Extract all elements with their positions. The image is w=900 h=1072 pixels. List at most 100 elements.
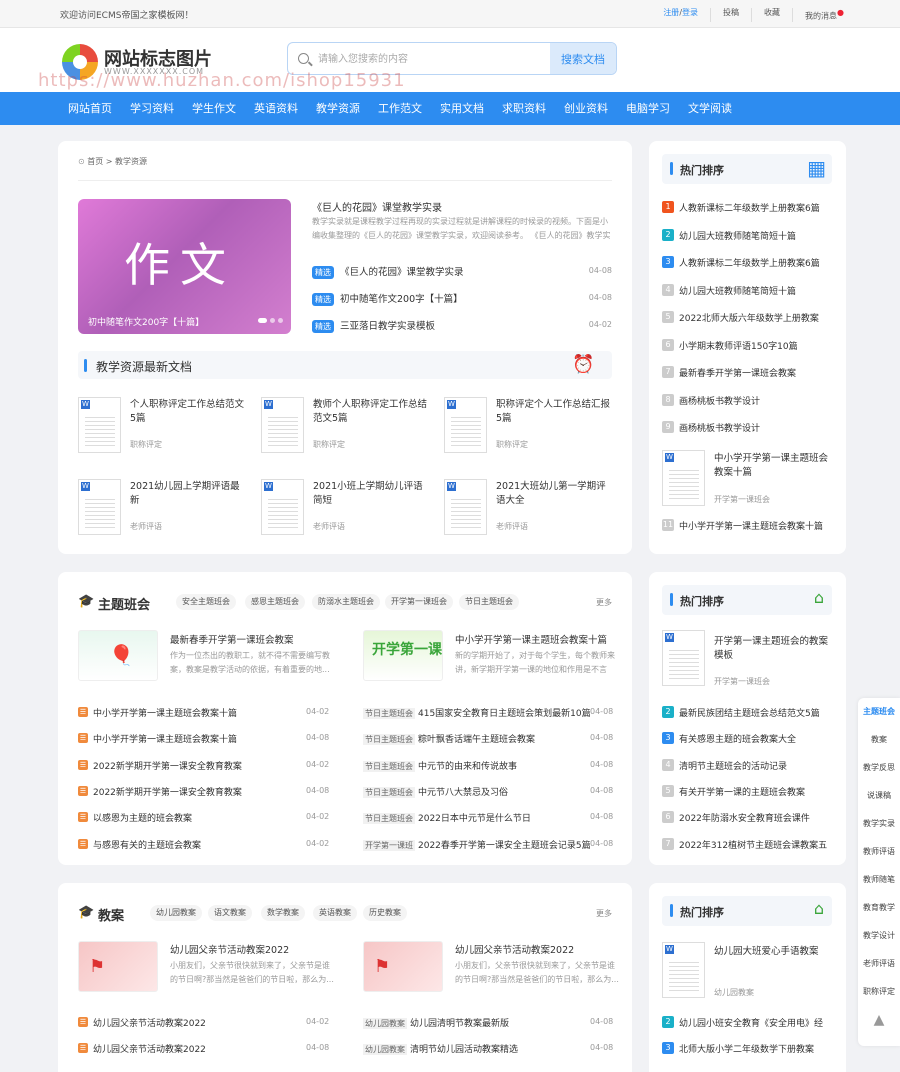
category-chip[interactable]: 节日主题班会 — [459, 594, 519, 610]
nav-item[interactable]: 网站首页 — [58, 92, 122, 125]
doc-thumb[interactable] — [261, 397, 304, 453]
feature-title[interactable]: 最新春季开学第一课班会教案 — [170, 632, 294, 646]
rank-item[interactable]: 画杨桃板书教学设计 — [679, 421, 760, 434]
category-chip[interactable]: 语文教案 — [208, 905, 252, 921]
list-item[interactable]: 开学第一课班 2022春季开学第一课安全主题班会记录5篇 — [363, 838, 591, 851]
rank-item[interactable]: 人教新课标二年级数学上册教案6篇 — [679, 201, 820, 214]
list-item[interactable]: 中小学开学第一课主题班会教案十篇 — [93, 732, 237, 745]
pick-item[interactable]: 精选 三亚落日教学实录模板 04-02 — [312, 318, 612, 333]
rank-item[interactable]: 清明节主题班会的活动记录 — [679, 759, 787, 772]
breadcrumb-current[interactable]: 教学资源 — [115, 157, 147, 166]
list-item[interactable]: 节日主题班会 粽叶飘香话端午主题班会教案 — [363, 732, 535, 746]
rank-doc-thumb[interactable] — [662, 450, 705, 506]
rank-doc-title[interactable]: 开学第一课主题班会的教案模板 — [714, 635, 832, 663]
category-chip[interactable]: 数学教案 — [261, 905, 305, 921]
nav-item[interactable]: 电脑学习 — [616, 92, 680, 125]
side-nav-item[interactable]: 教学设计 — [858, 922, 900, 950]
rank-item[interactable]: 中小学开学第一课主题班会教案十篇 — [679, 519, 823, 532]
rank-doc-category[interactable]: 开学第一课班会 — [714, 494, 770, 505]
category-chip[interactable]: 幼儿园教案 — [150, 905, 202, 921]
list-item[interactable]: 节日主题班会 415国家安全教育日主题班会策划最新10篇 — [363, 706, 591, 719]
list-category[interactable]: 节日主题班会 — [363, 734, 415, 746]
doc-thumb[interactable] — [444, 397, 487, 453]
nav-item[interactable]: 实用文档 — [430, 92, 494, 125]
list-item[interactable]: 节日主题班会 2022日本中元节是什么节日 — [363, 811, 531, 825]
banner-carousel[interactable]: 作文 初中随笔作文200字【十篇】 — [78, 199, 291, 334]
theme-more-link[interactable]: 更多 — [596, 597, 612, 608]
rank-item[interactable]: 最新民族团结主题班会总结范文5篇 — [679, 706, 820, 719]
doc-title[interactable]: 个人职称评定工作总结范文5篇 — [130, 398, 248, 426]
side-nav-item[interactable]: 主题班会 — [858, 698, 900, 726]
nav-item[interactable]: 文学阅读 — [678, 92, 742, 125]
category-chip[interactable]: 历史教案 — [363, 905, 407, 921]
login-link[interactable]: 登录 — [682, 8, 698, 17]
side-nav-item[interactable]: 职称评定 — [858, 978, 900, 1006]
breadcrumb-home[interactable]: 首页 — [87, 157, 103, 166]
doc-title[interactable]: 2021幼儿园上学期评语最新 — [130, 480, 248, 508]
nav-item[interactable]: 学习资料 — [120, 92, 184, 125]
theme-thumb-2[interactable]: 开学第一课 — [363, 630, 443, 681]
category-chip[interactable]: 英语教案 — [313, 905, 357, 921]
messages-link[interactable]: 我的消息● — [792, 8, 856, 22]
doc-category[interactable]: 职称评定 — [130, 439, 162, 450]
nav-item[interactable]: 创业资料 — [554, 92, 618, 125]
doc-category[interactable]: 职称评定 — [496, 439, 528, 450]
list-item[interactable]: 幼儿园父亲节活动教案2022 — [93, 1042, 206, 1055]
rank-doc-thumb[interactable] — [662, 942, 705, 998]
rank-item[interactable]: 人教新课标二年级数学上册教案6篇 — [679, 256, 820, 269]
list-item[interactable]: 幼儿园教案 幼儿园清明节教案最新版 — [363, 1016, 509, 1029]
list-category[interactable]: 节日主题班会 — [363, 813, 415, 825]
feature-title[interactable]: 中小学开学第一课主题班会教案十篇 — [455, 632, 607, 646]
doc-thumb[interactable] — [444, 479, 487, 535]
pick-item[interactable]: 精选 《巨人的花园》课堂教学实录 04-08 — [312, 264, 612, 279]
nav-item[interactable]: 求职资料 — [492, 92, 556, 125]
list-category[interactable]: 幼儿园教案 — [363, 1018, 407, 1029]
side-nav-item[interactable]: 教师评语 — [858, 838, 900, 866]
doc-category[interactable]: 老师评语 — [313, 521, 345, 532]
list-item[interactable]: 节日主题班会 中元节的由来和传说故事 — [363, 759, 517, 772]
category-chip[interactable]: 感恩主题班会 — [245, 594, 305, 610]
feature-title[interactable]: 幼儿园父亲节活动教案2022 — [455, 942, 574, 956]
nav-item[interactable]: 学生作文 — [182, 92, 246, 125]
list-item[interactable]: 幼儿园教案 清明节幼儿园活动教案精选 — [363, 1042, 518, 1056]
side-nav-item[interactable]: 教育教学 — [858, 894, 900, 922]
list-item[interactable]: 幼儿园父亲节活动教案2022 — [93, 1016, 206, 1029]
list-category[interactable]: 节日主题班会 — [363, 760, 415, 772]
rank-item[interactable]: 2022年防溺水安全教育班会课件 — [679, 811, 810, 824]
category-chip[interactable]: 开学第一课班会 — [385, 594, 453, 610]
doc-category[interactable]: 老师评语 — [130, 521, 162, 532]
pick-item[interactable]: 精选 初中随笔作文200字【十篇】 04-08 — [312, 291, 612, 306]
nav-item[interactable]: 工作范文 — [368, 92, 432, 125]
rank-item[interactable]: 幼儿园小班安全教育《安全用电》经 — [679, 1016, 823, 1029]
list-category[interactable]: 幼儿园教案 — [363, 1044, 407, 1056]
rank-item[interactable]: 幼儿园大班教师随笔简短十篇 — [679, 229, 796, 242]
doc-category[interactable]: 职称评定 — [313, 439, 345, 450]
lesson-more-link[interactable]: 更多 — [596, 908, 612, 919]
side-nav-item[interactable]: 教案 — [858, 726, 900, 754]
side-nav-item[interactable]: 老师评语 — [858, 950, 900, 978]
nav-item[interactable]: 英语资料 — [244, 92, 308, 125]
rank-item[interactable]: 画杨桃板书教学设计 — [679, 394, 760, 407]
list-category[interactable]: 节日主题班会 — [363, 786, 415, 798]
featured-title[interactable]: 《巨人的花园》课堂教学实录 — [312, 199, 442, 214]
theme-thumb-1[interactable]: 🎈 — [78, 630, 158, 681]
lesson-thumb-2[interactable]: ⚑ — [363, 941, 443, 992]
list-item[interactable]: 与感恩有关的主题班会教案 — [93, 838, 201, 851]
list-category[interactable]: 开学第一课班 — [363, 839, 415, 851]
search-button[interactable]: 搜索文档 — [550, 43, 616, 74]
rank-item[interactable]: 有关感恩主题的班会教案大全 — [679, 732, 796, 745]
register-link[interactable]: 注册 — [663, 8, 679, 17]
favorite-link[interactable]: 收藏 — [751, 8, 792, 22]
side-nav-item[interactable]: 教学反思 — [858, 754, 900, 782]
contribute-link[interactable]: 投稿 — [710, 8, 751, 22]
doc-title[interactable]: 2021小班上学期幼儿评语简短 — [313, 480, 431, 508]
side-nav-item[interactable]: 说课稿 — [858, 782, 900, 810]
rank-item[interactable]: 幼儿园大班教师随笔简短十篇 — [679, 284, 796, 297]
search-input[interactable] — [318, 50, 538, 68]
list-item[interactable]: 节日主题班会 中元节八大禁忌及习俗 — [363, 785, 508, 798]
side-nav-item[interactable]: 教学实录 — [858, 810, 900, 838]
rank-item[interactable]: 小学期末教师评语150字10篇 — [679, 339, 798, 352]
rank-item[interactable]: 最新春季开学第一课班会教案 — [679, 366, 796, 379]
category-chip[interactable]: 防溺水主题班会 — [312, 594, 380, 610]
doc-title[interactable]: 2021大班幼儿第一学期评语大全 — [496, 480, 614, 508]
